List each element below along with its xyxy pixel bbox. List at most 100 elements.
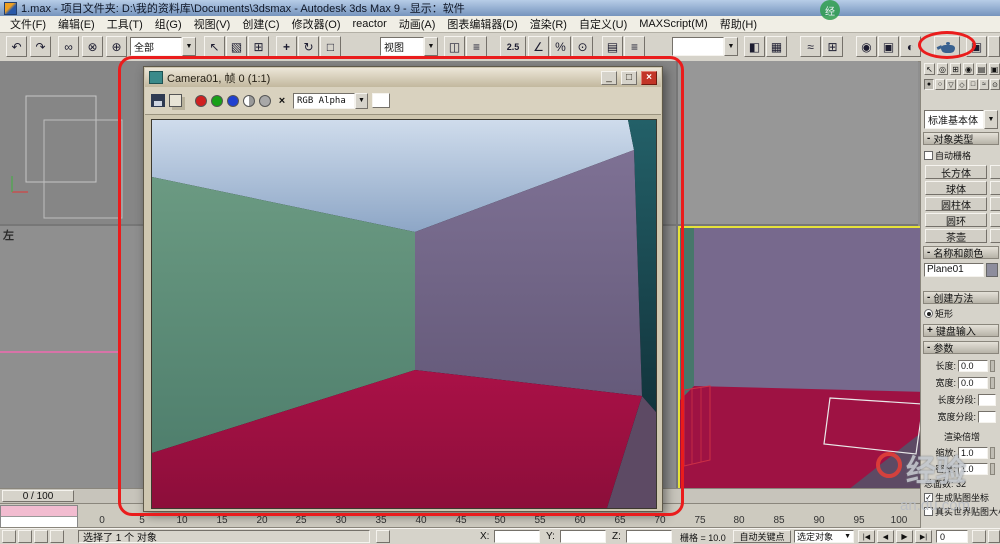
select-link-icon[interactable]: ∞ — [58, 36, 79, 57]
current-frame-field[interactable]: 0 — [936, 530, 968, 543]
green-channel-icon[interactable] — [211, 95, 223, 107]
time-config-icon[interactable] — [972, 530, 986, 543]
menu-rendering[interactable]: 渲染(R) — [524, 15, 573, 33]
object-name-field[interactable]: Plane01 — [924, 263, 984, 277]
select-scale-icon[interactable]: □ — [320, 36, 341, 57]
snap-toggle-icon[interactable]: 2.5 — [500, 36, 526, 57]
prev-frame-icon[interactable]: ◀ — [877, 530, 894, 543]
status-icon[interactable] — [34, 530, 48, 543]
angle-snap-icon[interactable]: ∠ — [528, 36, 549, 57]
category-cameras-icon[interactable]: ◇ — [957, 79, 967, 90]
generate-mapping-checkbox[interactable]: ✓ — [924, 493, 933, 502]
menu-customize[interactable]: 自定义(U) — [573, 15, 633, 33]
mono-channel-icon[interactable] — [243, 95, 255, 107]
button-geosphere-clipped[interactable] — [990, 181, 1000, 195]
menu-file[interactable]: 文件(F) — [4, 15, 52, 33]
listener-macro-row[interactable] — [1, 506, 77, 517]
method-rectangle-radio[interactable] — [924, 309, 933, 318]
minimize-icon[interactable]: _ — [601, 71, 617, 85]
spinner-icon[interactable] — [990, 360, 995, 372]
viewport-top-right[interactable] — [678, 61, 918, 225]
toolbar-clipped-icon[interactable] — [988, 36, 1000, 57]
status-icon[interactable] — [18, 530, 32, 543]
menu-modifiers[interactable]: 修改器(O) — [286, 15, 347, 33]
x-coordinate-field[interactable] — [494, 530, 540, 543]
spinner-icon[interactable] — [990, 463, 995, 475]
menu-create[interactable]: 创建(C) — [236, 15, 285, 33]
param-width-segs-field[interactable] — [978, 411, 996, 423]
select-rotate-icon[interactable]: ↻ — [298, 36, 319, 57]
undo-icon[interactable]: ↶ — [6, 36, 27, 57]
menu-animation[interactable]: 动画(A) — [393, 15, 442, 33]
listener-script-row[interactable] — [1, 517, 77, 527]
redo-icon[interactable]: ↷ — [30, 36, 51, 57]
button-pyramid-clipped[interactable] — [990, 213, 1000, 227]
selection-lock-icon[interactable] — [2, 530, 16, 543]
category-geometry-icon[interactable]: ● — [924, 79, 934, 90]
z-coordinate-field[interactable] — [626, 530, 672, 543]
reference-coordsys-dropdown[interactable]: 视图 ▼ — [380, 37, 438, 56]
unlink-icon[interactable]: ⊗ — [82, 36, 103, 57]
maxscript-mini-listener[interactable] — [0, 505, 78, 527]
layers-icon[interactable]: ▦ — [766, 36, 787, 57]
channel-display-dropdown[interactable]: RGB Alpha ▼ — [293, 93, 368, 109]
param-width-field[interactable]: 0.0 — [958, 377, 988, 389]
spinner-icon[interactable] — [990, 377, 995, 389]
menu-reactor[interactable]: reactor — [347, 17, 393, 31]
rendered-frame-window[interactable]: Camera01, 帧 0 (1:1) _ □ × × RGB Alpha ▼ — [143, 66, 663, 512]
chevron-down-icon[interactable]: ▼ — [424, 37, 438, 56]
tab-display-icon[interactable]: ▤ — [976, 63, 987, 75]
select-object-icon[interactable]: ↖ — [204, 36, 225, 57]
align-icon[interactable]: ≡ — [466, 36, 487, 57]
menu-graph-editors[interactable]: 图表编辑器(D) — [441, 15, 523, 33]
density-field[interactable]: 1.0 — [958, 463, 988, 475]
render-setup-icon[interactable]: ▣ — [878, 36, 899, 57]
chevron-down-icon[interactable]: ▼ — [984, 110, 998, 129]
viewport-perspective-active[interactable] — [678, 226, 929, 492]
named-sets-icon[interactable]: ▤ — [602, 36, 623, 57]
scale-field[interactable]: 1.0 — [958, 447, 988, 459]
vfb-title-bar[interactable]: Camera01, 帧 0 (1:1) _ □ × — [145, 68, 661, 87]
mirror-icon[interactable]: ◫ — [444, 36, 465, 57]
rollout-object-type[interactable]: - 对象类型 — [923, 132, 999, 145]
button-plane-clipped[interactable] — [990, 229, 1000, 243]
object-color-swatch[interactable] — [986, 263, 998, 277]
y-coordinate-field[interactable] — [560, 530, 606, 543]
clone-window-icon[interactable] — [169, 94, 182, 107]
play-button-icon[interactable]: ▶ — [896, 530, 913, 543]
chevron-down-icon[interactable]: ▼ — [724, 37, 738, 56]
render-last-icon[interactable]: ◐ — [900, 36, 921, 57]
tab-hierarchy-icon[interactable]: ⊞ — [950, 63, 961, 75]
viewport-label-left[interactable]: 左 — [3, 227, 14, 243]
category-helpers-icon[interactable]: □ — [968, 79, 978, 90]
rollout-keyboard-entry[interactable]: + 键盘输入 — [923, 324, 999, 337]
rollout-parameters[interactable]: - 参数 — [923, 341, 999, 354]
auto-key-button[interactable]: 自动关键点 — [733, 530, 791, 543]
render-production-teapot-icon[interactable] — [934, 36, 960, 57]
named-selection-dropdown[interactable]: 全部 ▼ — [130, 37, 196, 56]
rectangular-region-icon[interactable]: ▧ — [226, 36, 247, 57]
key-filter-dropdown[interactable]: 选定对象▼ — [794, 530, 854, 543]
category-shapes-icon[interactable]: ○ — [935, 79, 945, 90]
autogrid-checkbox[interactable] — [924, 151, 933, 160]
tab-motion-icon[interactable]: ◉ — [963, 63, 974, 75]
curve-editor-icon[interactable]: ≈ — [800, 36, 821, 57]
close-icon[interactable]: × — [641, 71, 657, 85]
menu-edit[interactable]: 编辑(E) — [52, 15, 101, 33]
button-box[interactable]: 长方体 — [925, 165, 987, 179]
schematic-view-icon[interactable]: ⊞ — [822, 36, 843, 57]
real-world-map-checkbox[interactable] — [924, 507, 933, 516]
menu-help[interactable]: 帮助(H) — [714, 15, 763, 33]
edit-sets-icon[interactable]: ≡ — [624, 36, 645, 57]
material-editor-icon[interactable]: ◉ — [856, 36, 877, 57]
blue-channel-icon[interactable] — [227, 95, 239, 107]
rollout-name-color[interactable]: - 名称和颜色 — [923, 246, 999, 259]
chevron-down-icon[interactable]: ▼ — [355, 93, 368, 109]
go-to-end-icon[interactable]: ▶| — [915, 530, 932, 543]
button-teapot[interactable]: 茶壶 — [925, 229, 987, 243]
button-torus[interactable]: 圆环 — [925, 213, 987, 227]
selection-set-dropdown[interactable]: ▼ — [672, 37, 738, 56]
bind-spacewarp-icon[interactable]: ⊕ — [106, 36, 127, 57]
save-image-icon[interactable] — [151, 94, 165, 107]
alpha-channel-icon[interactable] — [259, 95, 271, 107]
